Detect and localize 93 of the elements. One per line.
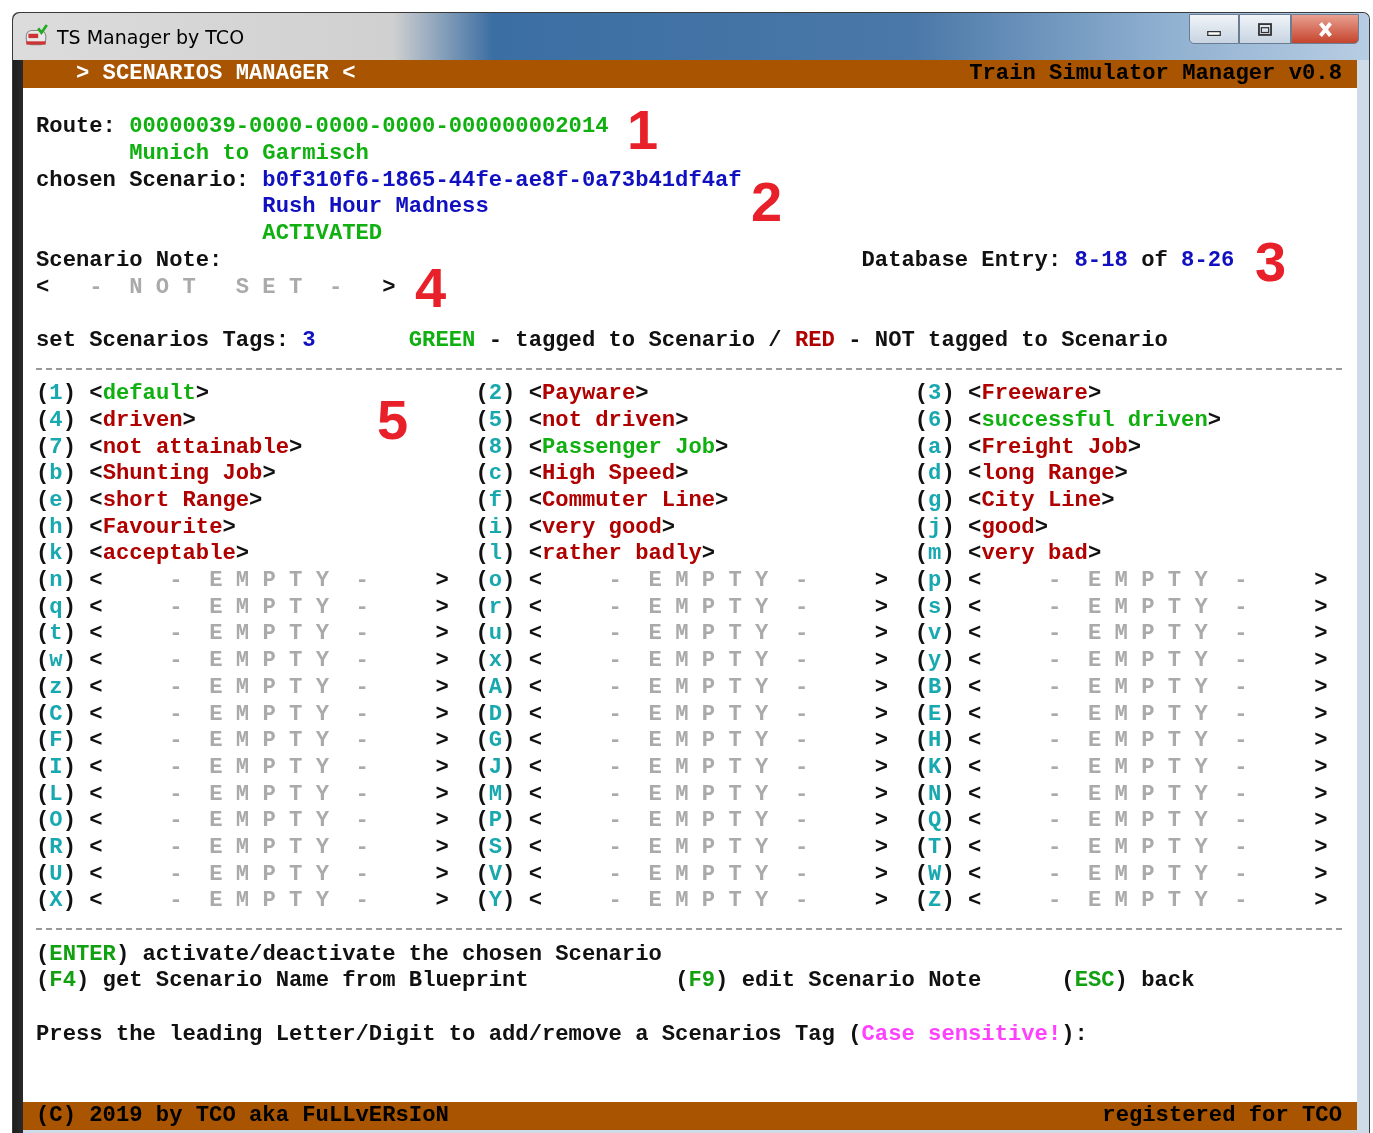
tags-count: set Scenarios Tags: 3 xyxy=(36,327,317,355)
tag-option: (H) < - E M P T Y - > xyxy=(914,728,1328,755)
tag-option: (B) < - E M P T Y - > xyxy=(914,674,1328,702)
annotation-number: 5 xyxy=(377,392,409,448)
tag-option: (h) <Favourite> xyxy=(36,514,236,542)
tag-option: (G) < - E M P T Y - > xyxy=(475,728,889,755)
tag-option: (w) < - E M P T Y - > xyxy=(36,648,449,675)
scenario-name: Rush Hour Madness xyxy=(262,194,489,222)
tag-option: (a) <Freight Job> xyxy=(914,434,1142,462)
tag-option: (m) <very bad> xyxy=(914,541,1102,569)
tag-option: (O) < - E M P T Y - > xyxy=(36,808,449,835)
tag-option: (p) < - E M P T Y - > xyxy=(914,568,1328,595)
shortcut-hint: (ESC) back xyxy=(1061,968,1195,996)
tag-option: (V) < - E M P T Y - > xyxy=(475,861,889,889)
tag-option: (e) <short Range> xyxy=(36,488,263,515)
registration-text: registered for TCO xyxy=(1102,1102,1342,1130)
tag-option: (u) < - E M P T Y - > xyxy=(475,621,889,649)
shortcut-hint: (F9) edit Scenario Note xyxy=(675,968,982,996)
tag-option: (q) < - E M P T Y - > xyxy=(36,594,449,622)
screen-title: > SCENARIOS MANAGER < xyxy=(75,61,356,88)
tag-option: (g) <City Line> xyxy=(914,488,1115,515)
tag-option: (L) < - E M P T Y - > xyxy=(36,781,449,809)
maximize-button[interactable] xyxy=(1239,14,1291,44)
shortcut-hint: (ENTER) activate/deactivate the chosen Scenario xyxy=(36,941,662,969)
tag-option: (R) < - E M P T Y - > xyxy=(36,834,449,862)
tag-option: (s) < - E M P T Y - > xyxy=(914,594,1328,622)
note-field[interactable]: < - N O T S E T - > xyxy=(36,274,396,302)
maximize-icon xyxy=(1258,22,1272,36)
tag-option: (o) < - E M P T Y - > xyxy=(475,568,889,595)
scenario-label: chosen Scenario: xyxy=(36,167,251,195)
tag-option: (r) < - E M P T Y - > xyxy=(475,594,889,622)
tag-option: (i) <very good> xyxy=(475,514,676,542)
tag-option: (K) < - E M P T Y - > xyxy=(914,754,1328,782)
tag-option: (k) <acceptable> xyxy=(36,541,250,569)
tag-option: (J) < - E M P T Y - > xyxy=(475,754,889,782)
annotation-number: 4 xyxy=(415,260,447,316)
tag-option: (x) < - E M P T Y - > xyxy=(475,648,889,675)
minimize-icon xyxy=(1207,30,1221,36)
tag-option: (I) < - E M P T Y - > xyxy=(36,754,449,782)
tag-option: (T) < - E M P T Y - > xyxy=(914,834,1328,862)
tag-option: (Q) < - E M P T Y - > xyxy=(914,808,1328,835)
tag-option: (n) < - E M P T Y - > xyxy=(36,568,449,595)
tag-option: (N) < - E M P T Y - > xyxy=(914,781,1328,809)
tag-option: (l) <rather badly> xyxy=(475,541,716,569)
tag-option: (f) <Commuter Line> xyxy=(475,488,729,515)
tag-option: (S) < - E M P T Y - > xyxy=(475,834,889,862)
tag-option: (1) <default> xyxy=(36,381,210,408)
route-name: Munich to Garmisch xyxy=(129,141,369,168)
tag-option: (Z) < - E M P T Y - > xyxy=(914,888,1328,915)
tag-option: (t) < - E M P T Y - > xyxy=(36,621,449,649)
annotation-number: 2 xyxy=(751,174,783,230)
tag-option: (F) < - E M P T Y - > xyxy=(36,728,449,755)
tag-option: (Y) < - E M P T Y - > xyxy=(475,888,889,915)
tag-option: (j) <good> xyxy=(914,514,1048,542)
minimize-button[interactable] xyxy=(1189,14,1239,44)
tag-option: (c) <High Speed> xyxy=(475,461,689,488)
tag-option: (D) < - E M P T Y - > xyxy=(475,701,889,729)
prompt-text: Press the leading Letter/Digit to add/remove a Scenarios Tag (Case sensitive!): xyxy=(36,1021,1088,1049)
tag-option: (d) <long Range> xyxy=(914,461,1128,488)
tag-option: (C) < - E M P T Y - > xyxy=(36,701,449,729)
close-button[interactable] xyxy=(1291,14,1359,44)
annotation-number: 3 xyxy=(1255,234,1287,290)
shortcut-hint: (F4) get Scenario Name from Blueprint xyxy=(36,968,529,996)
database-entry: Database Entry: 8-18 of 8-26 xyxy=(861,247,1235,275)
scenario-id: b0f310f6-1865-44fe-ae8f-0a73b41df4af xyxy=(262,167,742,195)
tag-option: (6) <successful driven> xyxy=(914,407,1222,435)
route-id: 00000039-0000-0000-0000-000000002014 xyxy=(129,114,609,142)
annotation-number: 1 xyxy=(627,102,659,158)
tag-option: (7) <not attainable> xyxy=(36,434,303,462)
legend-text: GREEN - tagged to Scenario / RED - NOT tagged to Scenario xyxy=(408,327,1168,355)
note-label: Scenario Note: xyxy=(36,247,224,275)
copyright-text: (C) 2019 by TCO aka FuLLvERsIoN xyxy=(36,1102,449,1130)
tag-option: (A) < - E M P T Y - > xyxy=(475,674,889,702)
app-version: Train Simulator Manager v0.8 xyxy=(969,61,1342,88)
tag-option: (M) < - E M P T Y - > xyxy=(475,781,889,809)
tag-option: (P) < - E M P T Y - > xyxy=(475,808,889,835)
tag-option: (b) <Shunting Job> xyxy=(36,461,276,488)
tag-option: (U) < - E M P T Y - > xyxy=(36,861,449,889)
tag-option: (5) <not driven> xyxy=(475,407,689,435)
tag-option: (4) <driven> xyxy=(36,407,196,435)
tag-option: (3) <Freeware> xyxy=(914,381,1102,408)
route-label: Route: xyxy=(36,114,117,142)
tag-option: (y) < - E M P T Y - > xyxy=(914,648,1328,675)
tag-option: (2) <Payware> xyxy=(475,381,649,408)
window-title: TS Manager by TCO xyxy=(57,25,245,48)
tag-option: (z) < - E M P T Y - > xyxy=(36,674,449,702)
tag-option: (X) < - E M P T Y - > xyxy=(36,888,449,915)
tag-option: (W) < - E M P T Y - > xyxy=(914,861,1328,889)
close-icon xyxy=(1318,21,1332,37)
tag-option: (v) < - E M P T Y - > xyxy=(914,621,1328,649)
tag-option: (E) < - E M P T Y - > xyxy=(914,701,1328,729)
tag-option: (8) <Passenger Job> xyxy=(475,434,729,462)
scenario-status: ACTIVATED xyxy=(262,221,383,248)
